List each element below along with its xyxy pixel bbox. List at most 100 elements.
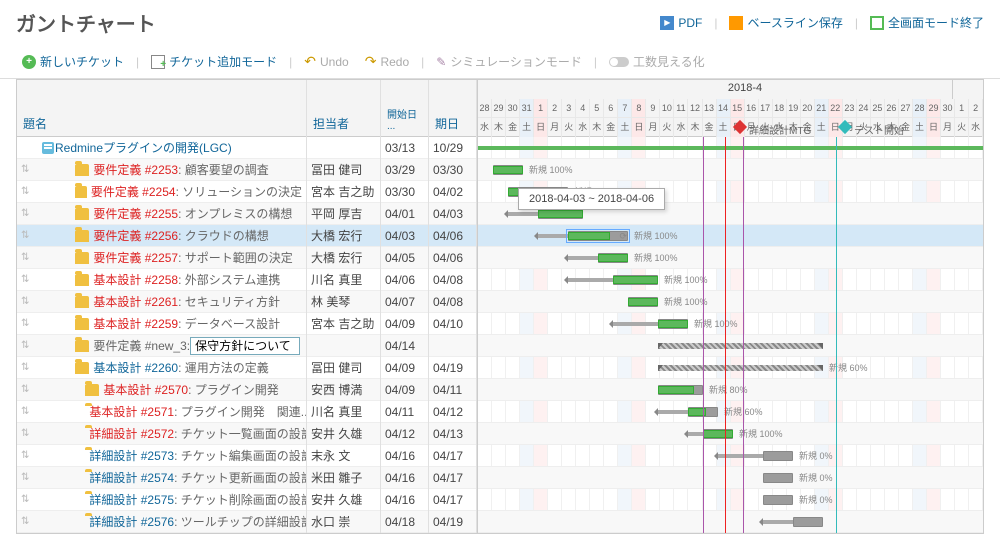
redo-button[interactable]: ↷Redo (359, 51, 415, 72)
drag-handle[interactable]: ⇅ (21, 186, 29, 197)
assignee-cell[interactable]: 安井 久雄 (307, 489, 380, 511)
gantt-row[interactable]: 新規 100% (478, 247, 983, 269)
assignee-cell[interactable] (307, 137, 380, 159)
due-date-cell[interactable]: 04/02 (429, 181, 476, 203)
gantt-row[interactable]: 新規 0% (478, 489, 983, 511)
col-header-due[interactable]: 期日 (429, 80, 476, 137)
assignee-cell[interactable]: 宮本 吉之助 (307, 181, 380, 203)
start-date-cell[interactable]: 04/03 (381, 225, 428, 247)
undo-button[interactable]: ↶Undo (298, 51, 354, 72)
start-date-cell[interactable]: 04/09 (381, 357, 428, 379)
subject-cell[interactable]: ⇅基本設計 #2570: プラグイン開発 (17, 379, 306, 401)
start-date-cell[interactable]: 04/14 (381, 335, 428, 357)
gantt-bar[interactable] (793, 517, 823, 527)
subject-inline-edit[interactable] (190, 337, 300, 355)
due-date-cell[interactable]: 04/06 (429, 225, 476, 247)
gantt-row[interactable]: 新規 0% (478, 445, 983, 467)
subject-cell[interactable]: ⇅要件定義 #2256: クラウドの構想 (17, 225, 306, 247)
start-date-cell[interactable]: 04/16 (381, 445, 428, 467)
simulation-mode-button[interactable]: ✎シミュレーションモード (430, 51, 588, 72)
drag-handle[interactable]: ⇅ (21, 230, 29, 241)
due-date-cell[interactable]: 04/06 (429, 247, 476, 269)
assignee-cell[interactable]: 大橋 宏行 (307, 225, 380, 247)
drag-handle[interactable]: ⇅ (21, 494, 29, 505)
assignee-cell[interactable]: 大橋 宏行 (307, 247, 380, 269)
subject-cell[interactable]: ⇅詳細設計 #2576: ツールチップの詳細設計 (17, 511, 306, 533)
drag-handle[interactable]: ⇅ (21, 318, 29, 329)
drag-handle[interactable]: ⇅ (21, 472, 29, 483)
start-date-cell[interactable]: 04/16 (381, 489, 428, 511)
assignee-cell[interactable]: 冨田 健司 (307, 357, 380, 379)
subject-cell[interactable]: ⇅基本設計 #2261: セキュリティ方針 (17, 291, 306, 313)
gantt-row[interactable]: 新規 100% (478, 291, 983, 313)
project-bar[interactable] (478, 146, 983, 150)
assignee-cell[interactable]: 川名 真里 (307, 401, 380, 423)
gantt-bar[interactable] (763, 451, 793, 461)
subject-cell[interactable]: ⇅要件定義 #2255: オンプレミスの構想 (17, 203, 306, 225)
subject-cell[interactable]: ⇅基本設計 #2259: データベース設計 (17, 313, 306, 335)
start-date-cell[interactable]: 04/12 (381, 423, 428, 445)
assignee-cell[interactable]: 安西 博満 (307, 379, 380, 401)
parent-bar[interactable] (658, 365, 823, 371)
start-date-cell[interactable]: 04/16 (381, 467, 428, 489)
due-date-cell[interactable]: 04/11 (429, 379, 476, 401)
col-header-start[interactable]: 開始日 ... (381, 80, 428, 137)
start-date-cell[interactable]: 04/11 (381, 401, 428, 423)
due-date-cell[interactable]: 04/08 (429, 269, 476, 291)
subject-cell[interactable]: ⇅基本設計 #2260: 運用方法の定義 (17, 357, 306, 379)
assignee-cell[interactable]: 宮本 吉之助 (307, 313, 380, 335)
start-date-cell[interactable]: 04/06 (381, 269, 428, 291)
gantt-row[interactable]: 新規 0% (478, 467, 983, 489)
subject-cell[interactable]: ⇅詳細設計 #2572: チケット一覧画面の設計 (17, 423, 306, 445)
gantt-row[interactable] (478, 335, 983, 357)
gantt-row[interactable] (478, 137, 983, 159)
drag-handle[interactable]: ⇅ (21, 406, 29, 417)
fullscreen-exit-link[interactable]: 全画面モード終了 (870, 14, 984, 31)
gantt-row[interactable] (478, 511, 983, 533)
gantt-row[interactable]: 新規 60% (478, 401, 983, 423)
subject-cell[interactable]: ⇅基本設計 #2258: 外部システム連携 (17, 269, 306, 291)
subject-cell[interactable]: ⇅要件定義 #2254: ソリューションの決定 (17, 181, 306, 203)
due-date-cell[interactable]: 03/30 (429, 159, 476, 181)
gantt-row[interactable]: ⟳新規 100% (478, 225, 983, 247)
due-date-cell[interactable]: 04/19 (429, 357, 476, 379)
due-date-cell[interactable]: 04/03 (429, 203, 476, 225)
assignee-cell[interactable]: 米田 雛子 (307, 467, 380, 489)
subject-cell[interactable]: ⇅詳細設計 #2575: チケット削除画面の設計 (17, 489, 306, 511)
subject-cell[interactable]: Redmineプラグインの開発(LGC) (17, 137, 306, 159)
drag-handle[interactable]: ⇅ (21, 516, 29, 527)
start-date-cell[interactable]: 04/09 (381, 379, 428, 401)
col-header-assignee[interactable]: 担当者 (307, 80, 380, 137)
subject-cell[interactable]: ⇅詳細設計 #2574: チケット更新画面の設計 (17, 467, 306, 489)
gantt-bar[interactable] (763, 495, 793, 505)
assignee-cell[interactable] (307, 335, 380, 357)
assignee-cell[interactable]: 水口 崇 (307, 511, 380, 533)
subject-cell[interactable]: ⇅詳細設計 #2573: チケット編集画面の設計 (17, 445, 306, 467)
due-date-cell[interactable]: 04/19 (429, 511, 476, 533)
gantt-bar[interactable] (763, 473, 793, 483)
drag-handle[interactable]: ⇅ (21, 208, 29, 219)
assignee-cell[interactable]: 川名 真里 (307, 269, 380, 291)
assignee-cell[interactable]: 平岡 厚吉 (307, 203, 380, 225)
start-date-cell[interactable]: 03/29 (381, 159, 428, 181)
due-date-cell[interactable]: 04/17 (429, 445, 476, 467)
subject-cell[interactable]: ⇅要件定義 #new_3: (17, 335, 306, 357)
drag-handle[interactable]: ⇅ (21, 450, 29, 461)
assignee-cell[interactable]: 安井 久雄 (307, 423, 380, 445)
gantt-row[interactable]: 新規 100% (478, 313, 983, 335)
gantt-row[interactable]: 新規 100% (478, 423, 983, 445)
baseline-save-link[interactable]: ベースライン保存 (729, 14, 842, 31)
col-header-subject[interactable]: 題名 (17, 80, 306, 137)
due-date-cell[interactable] (429, 335, 476, 357)
drag-handle[interactable]: ⇅ (21, 252, 29, 263)
drag-handle[interactable]: ⇅ (21, 340, 29, 351)
subject-cell[interactable]: ⇅要件定義 #2253: 顧客要望の調査 (17, 159, 306, 181)
due-date-cell[interactable]: 04/13 (429, 423, 476, 445)
assignee-cell[interactable]: 末永 文 (307, 445, 380, 467)
gantt-row[interactable]: 新規 100% (478, 269, 983, 291)
pdf-export-link[interactable]: ▶PDF (660, 16, 702, 30)
due-date-cell[interactable]: 04/17 (429, 467, 476, 489)
due-date-cell[interactable]: 04/17 (429, 489, 476, 511)
start-date-cell[interactable]: 04/01 (381, 203, 428, 225)
new-ticket-button[interactable]: +新しいチケット (16, 51, 130, 72)
